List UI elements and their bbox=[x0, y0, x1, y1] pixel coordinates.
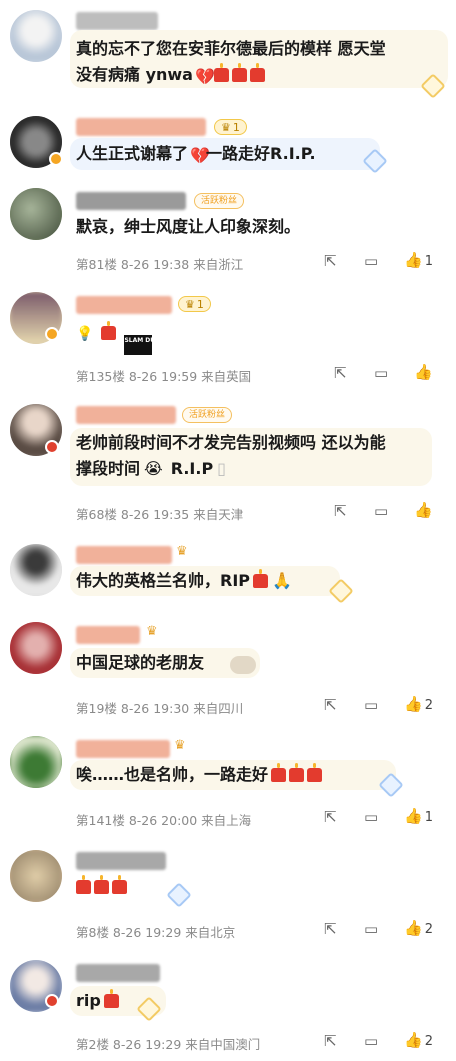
avatar[interactable] bbox=[10, 736, 62, 788]
share-icon[interactable]: ⇱ bbox=[334, 502, 347, 520]
candle-icon: ▯ bbox=[217, 459, 226, 478]
comment-icon[interactable]: ▭ bbox=[364, 252, 378, 270]
avatar[interactable] bbox=[10, 188, 62, 240]
comment-text-line2: 撑段时间 😭 R.I.P ▯ bbox=[76, 459, 226, 478]
comment-icon[interactable]: ▭ bbox=[374, 364, 388, 382]
comment-text: 老帅前段时间不才发完告别视频吗 还以为能 bbox=[76, 433, 386, 452]
like-button[interactable]: 👍 1 bbox=[404, 251, 433, 269]
verified-badge-icon bbox=[45, 327, 59, 341]
username-blurred[interactable] bbox=[76, 852, 166, 870]
username-blurred[interactable] bbox=[76, 406, 176, 424]
candle-cake-icon bbox=[76, 875, 91, 894]
like-icon: 👍 bbox=[404, 919, 423, 937]
candle-cake-icon bbox=[253, 569, 269, 588]
username-blurred[interactable] bbox=[76, 626, 140, 644]
candle-cake-icon bbox=[289, 763, 305, 782]
verified-badge-icon bbox=[45, 440, 59, 454]
comment-text: 唉……也是名帅，一路走好 bbox=[76, 762, 323, 788]
share-icon[interactable]: ⇱ bbox=[324, 808, 337, 826]
comment-text: 真的忘不了您在安菲尔德最后的模样 愿天堂 bbox=[76, 39, 386, 58]
comment-text: 伟大的英格兰名帅，RIP 🙏 bbox=[76, 569, 292, 590]
comment-text: 💡 SLAM DUNK bbox=[76, 320, 165, 355]
like-icon: 👍 bbox=[404, 807, 423, 825]
avatar[interactable] bbox=[10, 544, 62, 596]
candle-cake-icon bbox=[213, 63, 229, 82]
avatar[interactable] bbox=[10, 850, 62, 902]
like-icon: 👍 bbox=[414, 363, 433, 381]
comment-text: 中国足球的老朋友 bbox=[76, 653, 205, 672]
comment-meta: 第81楼 8-26 19:38 来自浙江 bbox=[76, 257, 244, 272]
username-blurred[interactable] bbox=[76, 192, 186, 210]
lightbulb-icon: 💡 bbox=[76, 326, 94, 342]
comment-meta: 第8楼 8-26 19:29 来自北京 bbox=[76, 925, 236, 940]
like-button[interactable]: 👍 bbox=[414, 363, 433, 381]
comment-icon[interactable]: ▭ bbox=[364, 808, 378, 826]
comment-text: 人生正式谢幕了 💔一路走好R.I.P. bbox=[76, 144, 316, 165]
comment-icon[interactable]: ▭ bbox=[364, 1032, 378, 1050]
username-blurred[interactable] bbox=[76, 740, 170, 758]
candle-cake-icon bbox=[271, 763, 287, 782]
crown-icon: ♛ bbox=[146, 624, 158, 639]
rank-badge: ♛ 1 bbox=[214, 119, 247, 135]
crown-icon: ♛ bbox=[185, 298, 195, 311]
like-button[interactable]: 👍 2 bbox=[404, 695, 433, 713]
like-button[interactable]: 👍 1 bbox=[404, 807, 433, 825]
crown-icon: ♛ bbox=[174, 738, 186, 753]
crying-emoji-icon: 😭 bbox=[144, 459, 163, 478]
like-icon: 👍 bbox=[414, 501, 433, 519]
like-icon: 👍 bbox=[404, 1031, 423, 1049]
fan-badge: 活跃粉丝 bbox=[194, 193, 245, 209]
comment-icon[interactable]: ▭ bbox=[364, 920, 378, 938]
crown-icon: ♛ bbox=[176, 544, 188, 559]
comment-icon[interactable]: ▭ bbox=[374, 502, 388, 520]
broken-heart-icon: 💔 bbox=[194, 67, 215, 86]
diamond-icon bbox=[166, 882, 192, 908]
username-blurred[interactable] bbox=[76, 118, 206, 136]
share-icon[interactable]: ⇱ bbox=[324, 696, 337, 714]
like-button[interactable]: 👍 bbox=[414, 501, 433, 519]
username-blurred[interactable] bbox=[76, 964, 160, 982]
fan-badge: 活跃粉丝 bbox=[182, 407, 233, 423]
sticker-icon bbox=[230, 656, 256, 674]
broken-heart-icon: 💔 bbox=[190, 146, 210, 165]
comment-text-line2: 没有病痛 ynwa 💔 bbox=[76, 62, 265, 88]
rank-badge: ♛ 1 bbox=[178, 296, 211, 312]
avatar[interactable] bbox=[10, 622, 62, 674]
candle-cake-icon bbox=[249, 63, 265, 82]
verified-badge-icon bbox=[45, 994, 59, 1008]
username-blurred[interactable] bbox=[76, 546, 172, 564]
comment-icon[interactable]: ▭ bbox=[364, 696, 378, 714]
comment-text: 默哀，绅士风度让人印象深刻。 bbox=[76, 217, 301, 236]
candle-cake-icon bbox=[112, 875, 127, 894]
comment-meta: 第68楼 8-26 19:35 来自天津 bbox=[76, 507, 244, 522]
slam-dunk-sticker: SLAM DUNK bbox=[124, 335, 165, 355]
candle-cake-icon bbox=[103, 989, 119, 1008]
share-icon[interactable]: ⇱ bbox=[324, 252, 337, 270]
like-icon: 👍 bbox=[404, 251, 423, 269]
candle-cake-icon bbox=[94, 875, 109, 894]
candle-cake-icon bbox=[307, 763, 323, 782]
comment-meta: 第135楼 8-26 19:59 来自英国 bbox=[76, 369, 252, 384]
share-icon[interactable]: ⇱ bbox=[324, 1032, 337, 1050]
like-button[interactable]: 👍 2 bbox=[404, 919, 433, 937]
verified-badge-icon bbox=[49, 152, 63, 166]
like-button[interactable]: 👍 2 bbox=[404, 1031, 433, 1049]
username-blurred[interactable] bbox=[76, 296, 172, 314]
praying-hands-icon: 🙏 bbox=[272, 571, 292, 590]
comment-meta: 第19楼 8-26 19:30 来自四川 bbox=[76, 701, 244, 716]
like-icon: 👍 bbox=[404, 695, 423, 713]
crown-icon: ♛ bbox=[221, 121, 231, 134]
username-blurred[interactable] bbox=[76, 12, 158, 30]
share-icon[interactable]: ⇱ bbox=[334, 364, 347, 382]
comment-text: rip bbox=[76, 988, 119, 1014]
avatar[interactable] bbox=[10, 10, 62, 62]
comment-meta: 第141楼 8-26 20:00 来自上海 bbox=[76, 813, 252, 828]
candle-cake-icon bbox=[231, 63, 247, 82]
share-icon[interactable]: ⇱ bbox=[324, 920, 337, 938]
comment-meta: 第2楼 8-26 19:29 来自中国澳门 bbox=[76, 1037, 261, 1052]
comment-text bbox=[76, 874, 127, 900]
candle-cake-icon bbox=[101, 321, 117, 340]
